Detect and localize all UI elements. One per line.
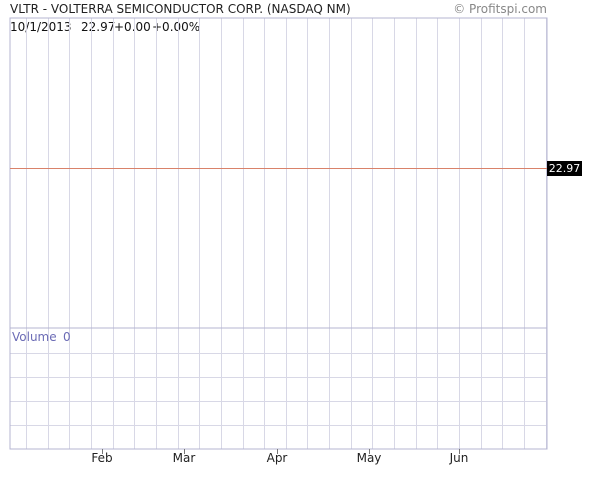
quote-date: 10/1/2013 (10, 20, 72, 34)
price-panel-frame (9, 17, 548, 329)
volume-value: 0 (63, 330, 71, 344)
price-badge-label: 22.97 (549, 162, 581, 175)
chart-title: VLTR - VOLTERRA SEMICONDUCTOR CORP. (NAS… (10, 2, 351, 16)
grid-lines (10, 18, 547, 449)
x-tick-label: May (357, 451, 382, 465)
quote-price: 22.97 (81, 20, 115, 34)
x-tick-label: Apr (267, 451, 288, 465)
x-tick-label: Mar (173, 451, 196, 465)
volume-panel-frame (9, 327, 548, 450)
x-tick-label: Feb (91, 451, 112, 465)
volume-label: Volume (12, 330, 57, 344)
x-tick-label: Jun (449, 451, 469, 465)
stock-chart: VLTR - VOLTERRA SEMICONDUCTOR CORP. (NAS… (9, 2, 582, 465)
series-layer: 22.97 (10, 161, 582, 176)
quote-change-pct: +0.00% (152, 20, 200, 34)
copyright-text: © Profitspi.com (453, 2, 547, 16)
x-axis-ticks: Feb Mar Apr May Jun (91, 449, 468, 465)
quote-change: +0.00 (114, 20, 151, 34)
